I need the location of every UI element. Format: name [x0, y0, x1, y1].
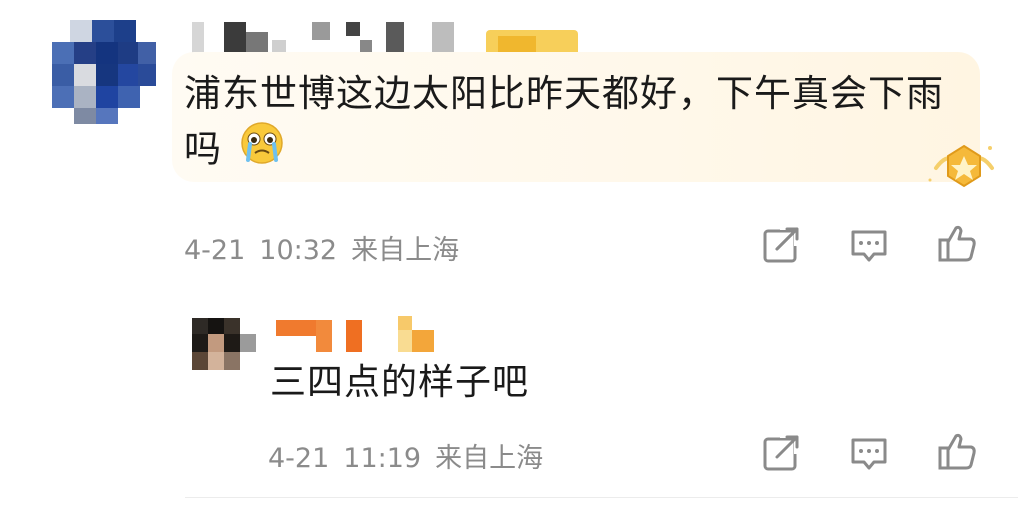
badge-icon — [926, 140, 1002, 196]
comment-time: 10:32 — [259, 235, 338, 266]
reply-meta: 4-21 11:19 来自上海 — [268, 436, 557, 475]
reply-date: 4-21 — [268, 443, 330, 474]
reply-text: 三四点的样子吧 — [270, 362, 530, 403]
like-icon[interactable] — [936, 430, 978, 472]
divider — [185, 497, 1018, 498]
comment-location: 来自上海 — [351, 235, 460, 266]
comment-icon[interactable] — [848, 224, 890, 266]
comment-icon[interactable] — [848, 432, 890, 474]
comment-meta: 4-21 10:32 来自上海 — [184, 228, 473, 267]
share-icon[interactable] — [760, 224, 802, 266]
comment-text-line1: 浦东世博这边太阳比昨天都好，下午真会下雨 — [184, 72, 944, 115]
avatar[interactable] — [192, 318, 258, 370]
avatar[interactable] — [52, 20, 156, 124]
username-pixelated[interactable] — [276, 316, 446, 356]
comment-text-line2-text: 吗 — [184, 127, 222, 171]
comment-date: 4-21 — [184, 235, 246, 266]
reply-time: 11:19 — [343, 443, 422, 474]
share-icon[interactable] — [760, 432, 802, 474]
reply-location: 来自上海 — [435, 443, 544, 474]
crying-face-icon — [239, 120, 285, 182]
like-icon[interactable] — [936, 222, 978, 264]
comment-text-line2: 吗 — [184, 120, 285, 182]
